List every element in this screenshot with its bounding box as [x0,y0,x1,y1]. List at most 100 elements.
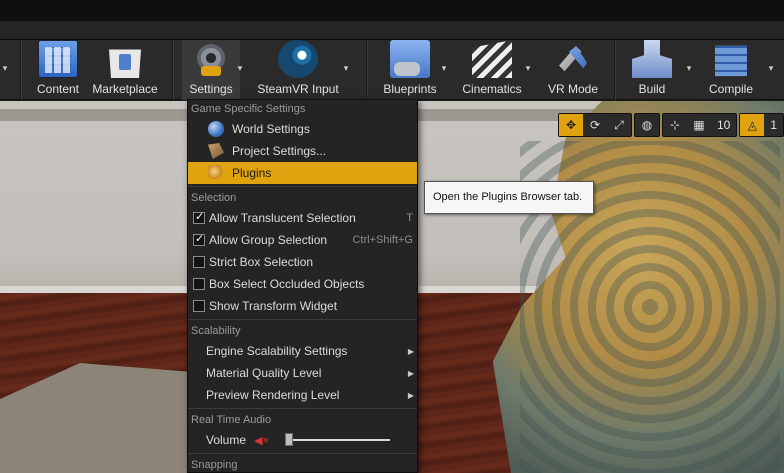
checkbox-checked[interactable] [193,232,205,246]
world-space-icon[interactable]: ◍ [635,114,659,136]
submenu-arrow-icon: ▶ [407,390,414,400]
settings-dropdown-arrow-icon[interactable]: ▾ [235,62,245,74]
menu-item-label: Show Transform Widget [209,299,338,313]
menu-item-label: Material Quality Level [206,366,322,380]
grid-snap-value[interactable]: 10 [711,114,736,136]
menu-item-allow-group-selection[interactable]: Allow Group Selection Ctrl+Shift+G [188,229,417,251]
menu-item-project-settings[interactable]: Project Settings... [188,140,417,162]
blueprints-dropdown-arrow-icon[interactable]: ▾ [439,62,449,74]
steamvr-dropdown-arrow-icon[interactable]: ▾ [341,62,351,74]
vr-mode-button[interactable]: VR Mode [540,40,606,100]
steam-icon [278,40,318,78]
compile-icon [715,45,747,77]
toolbar-overflow-arrow-icon[interactable]: ▾ [0,62,10,74]
steamvr-input-button-label: SteamVR Input [257,82,339,96]
coordinate-space-group: ◍ [634,113,660,137]
checkbox-unchecked[interactable] [193,300,205,312]
menu-item-material-quality[interactable]: Material Quality Level ▶ [188,362,417,384]
rotate-mode-icon[interactable]: ⟳ [583,114,607,136]
settings-gear-icon [191,40,231,78]
tab-bar [0,20,784,40]
cinematics-dropdown-arrow-icon[interactable]: ▾ [523,62,533,74]
cinematics-button-label: Cinematics [462,82,522,96]
volume-slider-thumb[interactable] [285,433,293,446]
project-settings-icon [208,143,224,159]
menu-item-label: Allow Group Selection [209,233,328,247]
rotation-snap-icon[interactable]: ◬ [740,114,765,136]
menu-item-world-settings[interactable]: World Settings [188,118,417,140]
settings-dropdown-menu: Game Specific Settings World Settings Pr… [187,99,418,473]
build-button-label: Build [638,82,666,96]
menu-divider [188,408,417,409]
menu-item-label: Box Select Occluded Objects [209,277,365,291]
build-button[interactable]: Build [624,40,680,100]
menu-item-plugins[interactable]: Plugins [188,162,417,184]
content-browser-icon [38,40,78,78]
menu-item-label: World Settings [232,122,310,136]
toolbar-separator [614,40,616,100]
grid-snap-icon[interactable]: ▦ [687,114,711,136]
blueprints-button-label: Blueprints [383,82,437,96]
menu-item-label: Allow Translucent Selection [209,211,356,225]
clapperboard-icon [472,40,512,78]
section-header-realtime-audio: Real Time Audio [191,414,272,426]
menu-item-volume: Volume ◀× [188,429,417,451]
speaker-muted-icon[interactable]: ◀× [254,434,269,447]
settings-button[interactable]: Settings [182,40,240,100]
blueprints-button[interactable]: Blueprints [376,40,444,100]
scale-mode-icon[interactable]: ⤢ [607,114,631,136]
steamvr-input-button[interactable]: SteamVR Input [252,40,344,100]
section-header-partial: Snapping [191,459,238,471]
translate-mode-icon[interactable]: ✥ [559,114,583,136]
menu-item-label: Volume [206,433,247,447]
checkbox-unchecked[interactable] [193,278,205,290]
marketplace-button[interactable]: Marketplace [88,40,162,100]
plugins-tooltip: Open the Plugins Browser tab. [424,181,594,214]
cinematics-button[interactable]: Cinematics [456,40,528,100]
surface-snap-icon[interactable]: ⊹ [663,114,687,136]
menu-item-engine-scalability[interactable]: Engine Scalability Settings ▶ [188,340,417,362]
shortcut-label: T [406,212,413,224]
content-button-label: Content [36,82,80,96]
grid-snap-group: ⊹ ▦ 10 [662,113,738,137]
vr-mode-button-label: VR Mode [547,82,599,96]
submenu-arrow-icon: ▶ [407,346,414,356]
menu-divider [188,186,417,187]
transform-mode-group: ✥ ⟳ ⤢ [558,113,632,137]
build-dropdown-arrow-icon[interactable]: ▾ [684,62,694,74]
settings-button-label: Settings [189,82,233,96]
main-toolbar: ▾ Content Marketplace Settings ▾ SteamVR… [0,40,784,100]
vr-mode-icon [553,40,593,78]
toolbar-separator [20,40,22,100]
submenu-arrow-icon: ▶ [407,368,414,378]
menu-item-label: Strict Box Selection [209,255,314,269]
menu-item-label: Plugins [232,166,272,180]
checkbox-unchecked[interactable] [193,256,205,268]
menu-divider [188,319,417,320]
rotation-snap-group: ◬ 1 [739,113,784,137]
menu-item-box-select-occluded[interactable]: Box Select Occluded Objects [188,273,417,295]
menu-item-show-transform-widget[interactable]: Show Transform Widget [188,295,417,317]
toolbar-separator [366,40,368,100]
compile-button[interactable]: Compile [700,40,762,100]
section-header-scalability: Scalability [191,325,241,337]
section-header-game-specific: Game Specific Settings [191,103,306,115]
marketplace-button-label: Marketplace [92,82,158,96]
plugin-icon [208,165,224,181]
menu-item-strict-box-selection[interactable]: Strict Box Selection [188,251,417,273]
menu-item-allow-translucent-selection[interactable]: Allow Translucent Selection T [188,207,417,229]
volume-slider-track[interactable] [288,439,390,441]
toolbar-separator [172,40,174,100]
menu-item-label: Engine Scalability Settings [206,344,348,358]
rotation-snap-value[interactable]: 1 [764,114,783,136]
section-header-selection: Selection [191,192,237,204]
content-button[interactable]: Content [30,40,86,100]
compile-dropdown-arrow-icon[interactable]: ▾ [766,62,776,74]
compile-button-label: Compile [708,82,753,96]
viewport-toolbar: ✥ ⟳ ⤢ ◍ ⊹ ▦ 10 ◬ 1 [558,113,784,137]
blueprints-icon [390,40,430,78]
menu-item-preview-rendering[interactable]: Preview Rendering Level ▶ [188,384,417,406]
checkbox-checked[interactable] [193,210,205,224]
title-bar [0,0,784,20]
marketplace-icon [109,49,141,78]
